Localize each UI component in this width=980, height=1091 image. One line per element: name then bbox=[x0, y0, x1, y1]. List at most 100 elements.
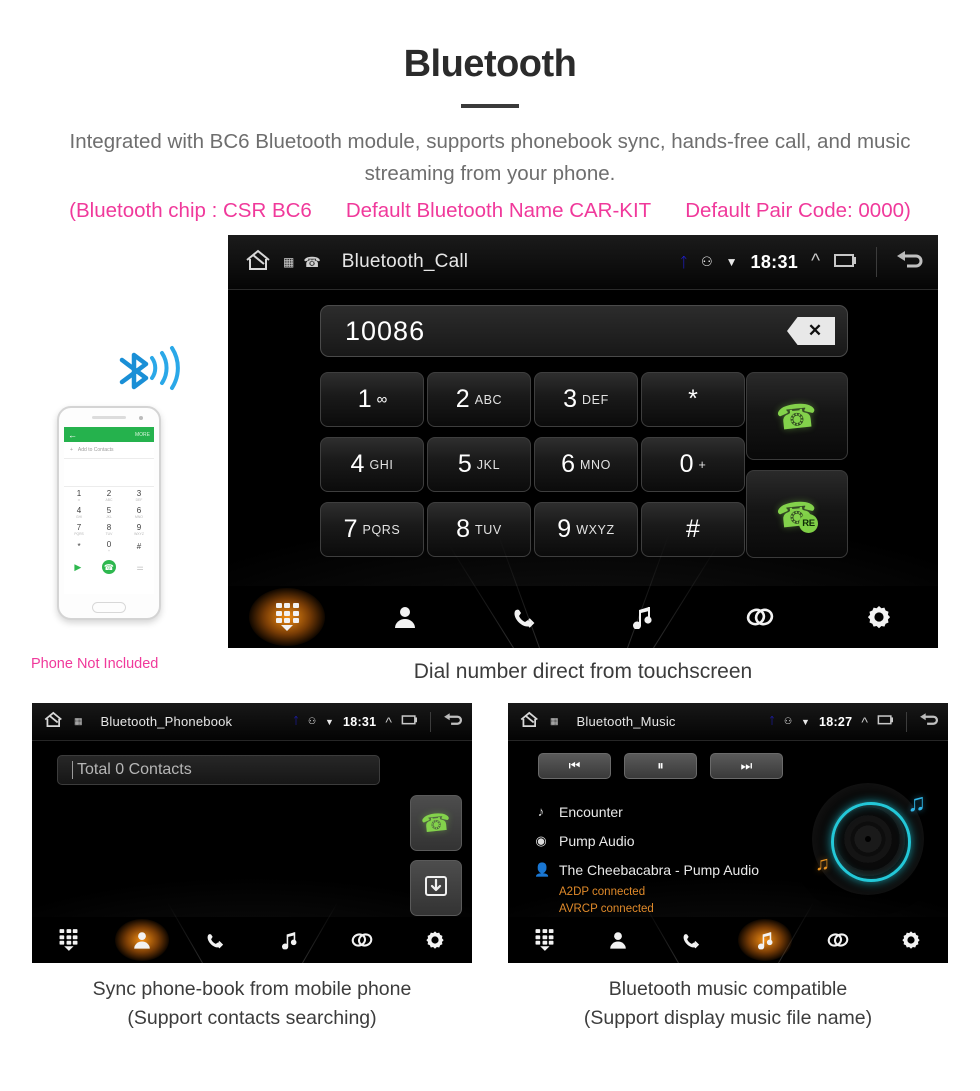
link-icon bbox=[745, 606, 775, 628]
key-letters: GHI bbox=[369, 457, 394, 472]
key-digit: 0 bbox=[679, 450, 694, 478]
phone-video-call-icon: ▶ bbox=[74, 561, 82, 572]
handset-icon: ☎ bbox=[774, 395, 820, 437]
back-icon[interactable] bbox=[442, 711, 463, 733]
pause-button[interactable]: ⏸ bbox=[624, 753, 697, 779]
call-button[interactable]: ☎ bbox=[410, 795, 462, 851]
backspace-button[interactable]: ✕ bbox=[787, 317, 835, 345]
phone-key-star: * bbox=[77, 542, 81, 551]
nav-item-keypad[interactable] bbox=[508, 917, 581, 963]
contacts-search-value: Total 0 Contacts bbox=[77, 761, 192, 778]
phone-number-display bbox=[64, 459, 154, 487]
key-6[interactable]: 6 MNO bbox=[534, 437, 638, 492]
phone-handset-icon: ☎ bbox=[303, 253, 321, 270]
gear-icon bbox=[902, 931, 921, 950]
key-star[interactable]: * bbox=[641, 372, 745, 427]
link-icon bbox=[826, 931, 849, 948]
chevron-up-icon[interactable]: ^ bbox=[385, 714, 392, 730]
track-artist-row: 👤 The Cheebacabra - Pump Audio bbox=[534, 855, 759, 884]
number-input[interactable]: 10086 ✕ bbox=[320, 305, 848, 357]
phone-key-2: 2 ABC bbox=[105, 489, 113, 502]
track-title: Encounter bbox=[559, 803, 623, 820]
spec-list: (Bluetooth chip : CSR BC6 Default Blueto… bbox=[0, 199, 980, 223]
contacts-search-input[interactable]: Total 0 Contacts bbox=[57, 755, 380, 785]
phone-add-contact-label: Add to Contacts bbox=[77, 447, 114, 453]
sd-card-icon: ▦ bbox=[74, 716, 83, 726]
previous-button[interactable]: ⏮ bbox=[538, 753, 611, 779]
title-divider bbox=[461, 103, 519, 108]
bluetooth-phonebook-screen: ▦ Bluetooth_Phonebook ᛏ ⚇ ▼ 18:31 ^ Tota… bbox=[32, 703, 472, 963]
redial-button[interactable]: ☎ RE bbox=[746, 470, 848, 558]
screen-title: Bluetooth_Music bbox=[576, 714, 676, 729]
call-button[interactable]: ☎ bbox=[746, 372, 848, 460]
status-divider bbox=[876, 247, 877, 277]
chevron-up-icon[interactable]: ^ bbox=[861, 714, 868, 730]
text-caret bbox=[72, 761, 73, 779]
key-letters: + bbox=[698, 457, 707, 472]
voicemail-icon: ∞ bbox=[376, 391, 388, 408]
nav-item-contacts[interactable] bbox=[581, 917, 654, 963]
key-3[interactable]: 3 DEF bbox=[534, 372, 638, 427]
sd-card-icon: ▦ bbox=[550, 716, 559, 726]
dialer-body: 10086 ✕ 1 ∞ 2 ABC 3 DEF * 4 GHI 5 JKL 6 MNO 0 +7 PQRS 8 T… bbox=[228, 290, 938, 648]
nav-item-keypad[interactable] bbox=[32, 917, 105, 963]
key-digit: # bbox=[686, 515, 700, 543]
key-1[interactable]: 1 ∞ bbox=[320, 372, 424, 427]
next-button[interactable]: ⏭ bbox=[710, 753, 783, 779]
keypad-icon bbox=[275, 603, 299, 631]
music-note-icon bbox=[280, 931, 297, 950]
bluetooth-music-screen: ▦ Bluetooth_Music ᛏ ⚇ ▼ 18:27 ^ ⏮ ⏸ ⏭ ♫ ♫ … bbox=[508, 703, 948, 963]
nav-item-pair[interactable] bbox=[325, 917, 398, 963]
phone-key-6: 6 MNO bbox=[135, 506, 143, 519]
music-note-icon: ♫ bbox=[815, 853, 830, 875]
recents-icon[interactable] bbox=[833, 251, 859, 274]
home-icon[interactable] bbox=[43, 710, 65, 734]
nav-item-settings[interactable] bbox=[399, 917, 472, 963]
key-0[interactable]: 0 + bbox=[641, 437, 745, 492]
nav-item-settings[interactable] bbox=[820, 586, 938, 648]
home-icon[interactable] bbox=[519, 710, 541, 734]
wifi-icon: ▼ bbox=[725, 255, 738, 269]
download-contacts-button[interactable] bbox=[410, 860, 462, 916]
phonebook-caption: Sync phone-book from mobile phone (Suppo… bbox=[32, 975, 472, 1033]
key-letters: WXYZ bbox=[576, 522, 615, 537]
nav-item-music[interactable] bbox=[583, 586, 701, 648]
nav-item-keypad[interactable] bbox=[228, 586, 346, 648]
nav-item-music[interactable] bbox=[728, 917, 801, 963]
key-letters: ABC bbox=[474, 392, 503, 407]
keypad-icon bbox=[59, 929, 78, 951]
nav-item-contacts[interactable] bbox=[346, 586, 464, 648]
recents-icon[interactable] bbox=[401, 713, 419, 731]
phone-key-9: 9 WXYZ bbox=[134, 523, 144, 536]
key-8[interactable]: 8 TUV bbox=[427, 502, 531, 557]
key-hash[interactable]: # bbox=[641, 502, 745, 557]
key-digit: 2 bbox=[455, 385, 470, 413]
nav-item-settings[interactable] bbox=[875, 917, 948, 963]
bottom-nav bbox=[32, 917, 472, 963]
number-input-value: 10086 bbox=[345, 315, 426, 346]
sd-card-icon: ▦ bbox=[283, 255, 295, 269]
bottom-nav bbox=[228, 586, 938, 648]
nav-item-call-log[interactable] bbox=[465, 586, 583, 648]
phone-key-3: 3 DEF bbox=[135, 489, 143, 502]
nav-item-contacts[interactable] bbox=[105, 917, 178, 963]
phonebook-body: Total 0 Contacts ☎ bbox=[32, 741, 472, 963]
key-digit: 5 bbox=[457, 450, 472, 478]
key-5[interactable]: 5 JKL bbox=[427, 437, 531, 492]
nav-item-pair[interactable] bbox=[801, 917, 874, 963]
chevron-up-icon[interactable]: ^ bbox=[811, 251, 820, 273]
home-icon[interactable] bbox=[244, 247, 274, 278]
key-letters: DEF bbox=[582, 392, 609, 407]
recents-icon[interactable] bbox=[877, 713, 895, 731]
phone-key-7: 7 PQRS bbox=[74, 523, 84, 536]
phone-disclaimer: Phone Not Included bbox=[31, 656, 159, 672]
music-note-icon bbox=[756, 931, 773, 950]
key-9[interactable]: 9 WXYZ bbox=[534, 502, 638, 557]
back-icon[interactable] bbox=[918, 711, 939, 733]
key-4[interactable]: 4 GHI bbox=[320, 437, 424, 492]
phone-key-hash: # bbox=[136, 542, 142, 551]
back-icon[interactable] bbox=[894, 248, 924, 277]
nav-item-pair[interactable] bbox=[701, 586, 819, 648]
key-2[interactable]: 2 ABC bbox=[427, 372, 531, 427]
key-7[interactable]: 7 PQRS bbox=[320, 502, 424, 557]
